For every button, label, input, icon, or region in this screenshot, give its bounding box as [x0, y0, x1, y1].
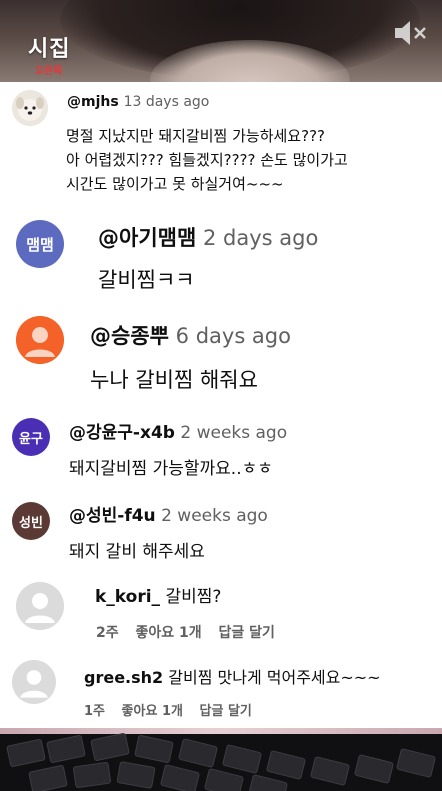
handle-text[interactable]: @아기맴맴: [98, 226, 196, 250]
keyboard-key: [353, 753, 395, 785]
keyboard-key: [72, 761, 112, 789]
comment-age: 2 days ago: [202, 226, 319, 250]
comment-item: @mjhs 13 days ago 명절 지났지만 돼지갈비찜 가능하세요???…: [0, 86, 442, 204]
comment-handle[interactable]: @성빈-f4u 2 weeks ago: [69, 501, 268, 526]
comment-text: 갈비찜?: [165, 587, 222, 607]
keyboard-key: [395, 747, 437, 779]
keyboard-key: [6, 738, 46, 768]
desk-edge: [0, 728, 442, 734]
comment-handle[interactable]: @승종뿌 6 days ago: [90, 320, 291, 350]
keyboard-key: [221, 743, 263, 775]
mute-icon[interactable]: [392, 18, 428, 48]
avatar-initials: 성빈: [19, 515, 43, 531]
avatar[interactable]: 윤구: [12, 418, 50, 456]
comment-handle[interactable]: @mjhs 13 days ago: [67, 94, 209, 110]
handle-text[interactable]: @강윤구-x4b: [69, 423, 175, 443]
comment-item: 맴맴 @아기맴맴 2 days ago 갈비찜ㅋㅋ: [0, 208, 442, 300]
comment-age: 13 days ago: [123, 94, 210, 110]
comment-item: 성빈 @성빈-f4u 2 weeks ago 돼지 갈비 해주세요: [0, 494, 442, 570]
avatar-initials: 맴맴: [26, 235, 54, 254]
like-count[interactable]: 좋아요 1개: [122, 704, 183, 719]
comment-text: 누나 갈비찜 해줘요: [90, 368, 258, 392]
keyboard-key: [247, 773, 289, 791]
avatar[interactable]: 성빈: [12, 502, 50, 540]
keyboard-key: [116, 761, 156, 789]
keyboard-key: [159, 763, 201, 791]
comment-text: 명절 지났지만 돼지갈비찜 가능하세요??? 아 어렵겠지??? 힘들겠지???…: [66, 124, 348, 196]
reply-link[interactable]: 답글 달기: [200, 704, 252, 719]
comment-line: 아 어렵겠지??? 힘들겠지???? 손도 많이가고: [66, 151, 348, 169]
handle-text[interactable]: @mjhs: [67, 94, 119, 110]
channel-logo-subtext: 오픈톡: [35, 66, 63, 77]
comment-handle[interactable]: gree.sh2 갈비찜 맛나게 먹어주세요~~~: [84, 664, 381, 688]
comment-text: 돼지갈비찜 가능할까요..ㅎㅎ: [69, 459, 273, 479]
comment-age: 6 days ago: [175, 324, 291, 348]
comment-handle[interactable]: @아기맴맴 2 days ago: [98, 222, 318, 252]
avatar[interactable]: 맴맴: [16, 220, 64, 268]
keyboard-key: [134, 734, 174, 764]
channel-logo-text: 시집: [28, 37, 71, 62]
comment-line: 시간도 많이가고 못 하실거여~~~: [66, 175, 284, 193]
comment-handle[interactable]: @강윤구-x4b 2 weeks ago: [69, 418, 287, 443]
comment-text: 돼지 갈비 해주세요: [69, 542, 205, 562]
handle-text[interactable]: @성빈-f4u: [69, 506, 156, 526]
like-count[interactable]: 좋아요 1개: [136, 625, 202, 641]
avatar-initials: 윤구: [19, 431, 43, 447]
default-user-avatar[interactable]: [16, 582, 64, 630]
comment-item: gree.sh2 갈비찜 맛나게 먹어주세요~~~ 1주 좋아요 1개 답글 달…: [0, 656, 442, 726]
default-user-avatar[interactable]: [12, 660, 56, 704]
video-preview[interactable]: 시집 오픈톡: [0, 0, 442, 82]
handle-text[interactable]: @승종뿌: [90, 324, 169, 348]
keyboard-key: [28, 764, 68, 791]
comment-meta: 2주 좋아요 1개 답글 달기: [96, 622, 287, 642]
keyboard-key: [203, 767, 245, 791]
keyboard-key: [177, 737, 219, 769]
keyboard-key: [265, 749, 307, 781]
video-keyboard-footage[interactable]: [0, 728, 442, 791]
comment-age: 2 weeks ago: [161, 506, 268, 526]
keyboard-key: [309, 755, 351, 787]
reply-link[interactable]: 답글 달기: [219, 625, 275, 641]
handle-text[interactable]: gree.sh2: [84, 668, 163, 687]
comment-item: 윤구 @강윤구-x4b 2 weeks ago 돼지갈비찜 가능할까요..ㅎㅎ: [0, 410, 442, 488]
comment-text: 갈비찜 맛나게 먹어주세요~~~: [168, 668, 381, 687]
keyboard-key: [90, 732, 130, 762]
keyboard-key: [46, 734, 86, 764]
comment-line: 명절 지났지만 돼지갈비찜 가능하세요???: [66, 127, 325, 145]
comment-item: @승종뿌 6 days ago 누나 갈비찜 해줘요: [0, 304, 442, 396]
comment-handle[interactable]: k_kori_ 갈비찜?: [95, 582, 221, 607]
handle-text[interactable]: k_kori_: [95, 587, 160, 607]
comment-item: k_kori_ 갈비찜? 2주 좋아요 1개 답글 달기: [0, 574, 442, 656]
comment-age: 2주: [96, 625, 119, 641]
comment-age: 1주: [84, 704, 106, 719]
default-user-avatar[interactable]: [16, 316, 64, 364]
comment-text: 갈비찜ㅋㅋ: [98, 268, 195, 292]
dog-avatar[interactable]: [12, 90, 48, 126]
comment-age: 2 weeks ago: [180, 423, 288, 443]
comment-meta: 1주 좋아요 1개 답글 달기: [84, 700, 264, 719]
